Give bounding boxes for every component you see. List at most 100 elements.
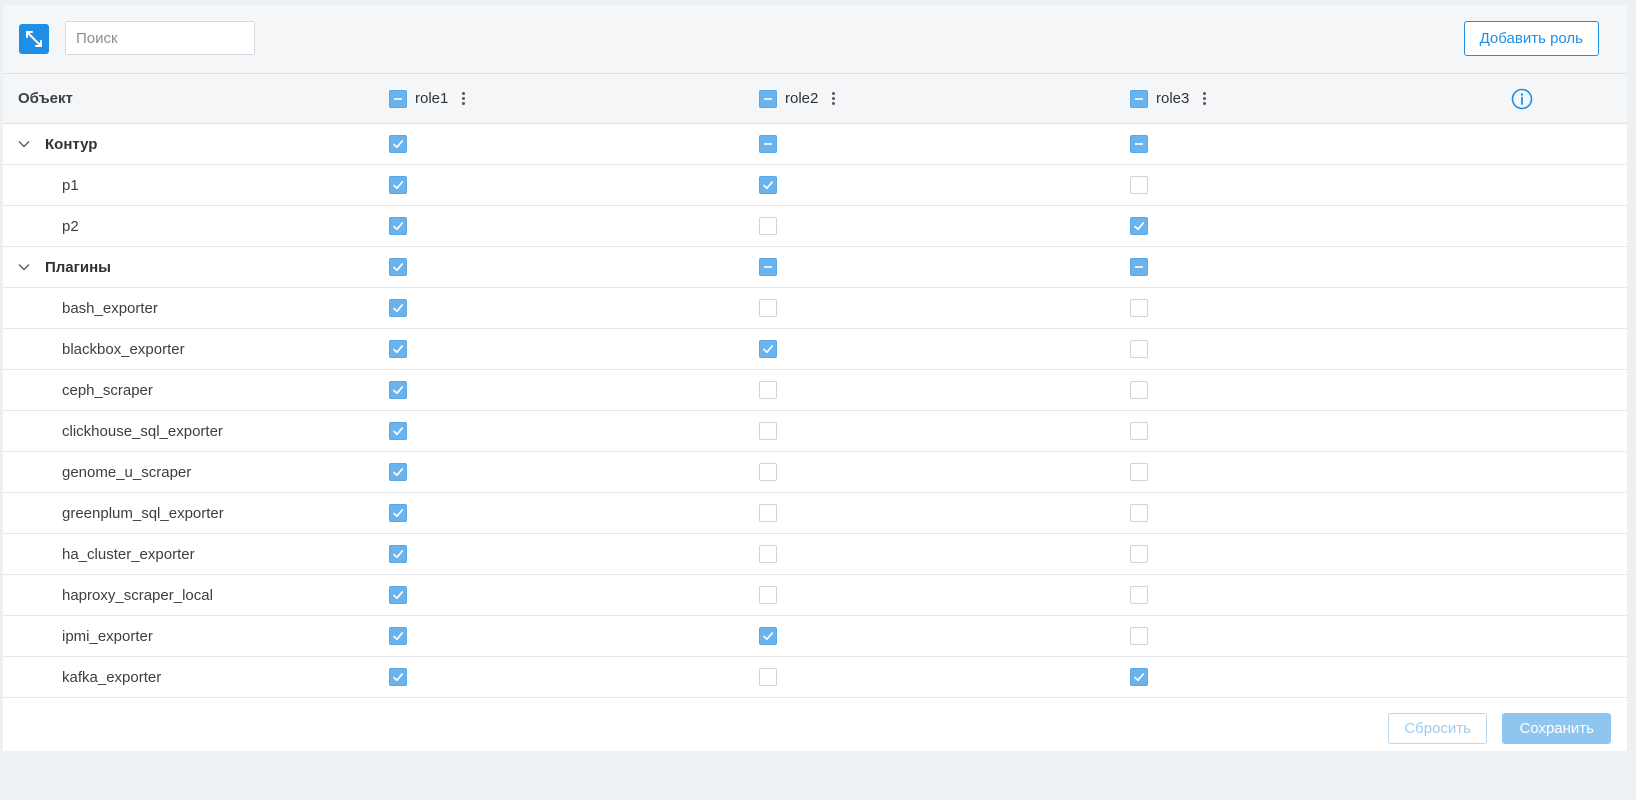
check-icon xyxy=(393,509,404,518)
check-icon xyxy=(393,468,404,477)
group-toggle[interactable]: Плагины xyxy=(17,247,111,287)
object-column-header: Объект xyxy=(18,90,73,107)
permission-checkbox-role2[interactable] xyxy=(759,422,777,440)
permission-checkbox-role3[interactable] xyxy=(1130,299,1148,317)
permission-checkbox-role1[interactable] xyxy=(389,463,407,481)
permission-checkbox-role2[interactable] xyxy=(759,545,777,563)
role3-select-all-checkbox[interactable] xyxy=(1130,89,1148,108)
permission-checkbox-role3[interactable] xyxy=(1130,176,1148,194)
expand-button[interactable] xyxy=(19,24,49,54)
permission-checkbox-role1[interactable] xyxy=(389,668,407,686)
object-name: blackbox_exporter xyxy=(62,340,185,358)
permission-checkbox-role1[interactable] xyxy=(389,258,407,276)
expand-icon xyxy=(26,31,42,47)
role-name: role1 xyxy=(415,90,449,107)
check-icon xyxy=(393,427,404,436)
permission-checkbox-role3[interactable] xyxy=(1130,463,1148,481)
save-button[interactable]: Сохранить xyxy=(1502,713,1611,744)
role3-menu-icon[interactable] xyxy=(1199,90,1210,107)
reset-button[interactable]: Сбросить xyxy=(1388,713,1487,744)
role-column-header-2: role2 xyxy=(759,74,839,123)
permission-checkbox-role2[interactable] xyxy=(759,299,777,317)
minus-icon xyxy=(1135,143,1143,145)
table-row: ipmi_exporter xyxy=(3,616,1627,657)
check-icon xyxy=(763,181,774,190)
permission-checkbox-role2[interactable] xyxy=(759,463,777,481)
permission-checkbox-role2[interactable] xyxy=(759,586,777,604)
check-icon xyxy=(1134,222,1145,231)
permission-checkbox-role3[interactable] xyxy=(1130,422,1148,440)
permission-checkbox-role1[interactable] xyxy=(389,135,407,153)
table-row: p1 xyxy=(3,165,1627,206)
permission-checkbox-role2[interactable] xyxy=(759,627,777,645)
object-name: p1 xyxy=(62,176,79,194)
permission-checkbox-role1[interactable] xyxy=(389,176,407,194)
permission-checkbox-role3[interactable] xyxy=(1130,545,1148,563)
check-icon xyxy=(393,591,404,600)
permission-checkbox-role1[interactable] xyxy=(389,381,407,399)
table-row: blackbox_exporter xyxy=(3,329,1627,370)
table-row: bash_exporter xyxy=(3,288,1627,329)
group-name: Плагины xyxy=(45,258,111,276)
permission-checkbox-role2[interactable] xyxy=(759,258,777,276)
table-header: Объект role1 role2 role3 xyxy=(3,74,1627,124)
table-body: Контур p1 p2 Плагины bash_exporter blackbox_e… xyxy=(3,124,1627,698)
check-icon xyxy=(393,550,404,559)
group-row: Плагины xyxy=(3,247,1627,288)
check-icon xyxy=(393,140,404,149)
permission-checkbox-role2[interactable] xyxy=(759,668,777,686)
permission-checkbox-role3[interactable] xyxy=(1130,135,1148,153)
add-role-button[interactable]: Добавить роль xyxy=(1463,21,1599,56)
object-name: p2 xyxy=(62,217,79,235)
permission-checkbox-role1[interactable] xyxy=(389,299,407,317)
permission-checkbox-role3[interactable] xyxy=(1130,217,1148,235)
permission-checkbox-role1[interactable] xyxy=(389,504,407,522)
toolbar: Добавить роль xyxy=(3,5,1627,74)
permission-checkbox-role3[interactable] xyxy=(1130,668,1148,686)
search-input[interactable] xyxy=(65,21,255,55)
role1-select-all-checkbox[interactable] xyxy=(389,89,407,108)
permission-checkbox-role2[interactable] xyxy=(759,217,777,235)
object-name: greenplum_sql_exporter xyxy=(62,504,224,522)
chevron-down-icon xyxy=(17,137,31,151)
permission-checkbox-role1[interactable] xyxy=(389,217,407,235)
check-icon xyxy=(763,345,774,354)
check-icon xyxy=(393,222,404,231)
role2-menu-icon[interactable] xyxy=(828,90,839,107)
minus-icon xyxy=(764,97,772,100)
table-row: clickhouse_sql_exporter xyxy=(3,411,1627,452)
permission-checkbox-role1[interactable] xyxy=(389,586,407,604)
group-toggle[interactable]: Контур xyxy=(17,124,97,164)
group-name: Контур xyxy=(45,135,98,153)
permission-checkbox-role2[interactable] xyxy=(759,135,777,153)
table-row: p2 xyxy=(3,206,1627,247)
check-icon xyxy=(1134,673,1145,682)
permission-checkbox-role2[interactable] xyxy=(759,381,777,399)
permission-checkbox-role3[interactable] xyxy=(1130,627,1148,645)
role-column-header-1: role1 xyxy=(389,74,469,123)
permission-checkbox-role2[interactable] xyxy=(759,176,777,194)
permission-checkbox-role2[interactable] xyxy=(759,340,777,358)
role1-menu-icon[interactable] xyxy=(458,90,469,107)
object-name: ipmi_exporter xyxy=(62,627,153,645)
check-icon xyxy=(393,386,404,395)
minus-icon xyxy=(1135,97,1143,100)
permission-checkbox-role3[interactable] xyxy=(1130,586,1148,604)
permission-checkbox-role3[interactable] xyxy=(1130,381,1148,399)
role-name: role2 xyxy=(785,90,819,107)
permission-checkbox-role3[interactable] xyxy=(1130,340,1148,358)
table-row: ha_cluster_exporter xyxy=(3,534,1627,575)
permission-checkbox-role2[interactable] xyxy=(759,504,777,522)
permission-checkbox-role1[interactable] xyxy=(389,340,407,358)
role2-select-all-checkbox[interactable] xyxy=(759,89,777,108)
object-name: haproxy_scraper_local xyxy=(62,586,213,604)
permission-checkbox-role1[interactable] xyxy=(389,422,407,440)
table-row: genome_u_scraper xyxy=(3,452,1627,493)
permission-checkbox-role3[interactable] xyxy=(1130,504,1148,522)
permission-checkbox-role1[interactable] xyxy=(389,545,407,563)
permission-checkbox-role1[interactable] xyxy=(389,627,407,645)
check-icon xyxy=(393,345,404,354)
permission-checkbox-role3[interactable] xyxy=(1130,258,1148,276)
info-icon[interactable] xyxy=(1511,88,1533,110)
object-name: ha_cluster_exporter xyxy=(62,545,195,563)
